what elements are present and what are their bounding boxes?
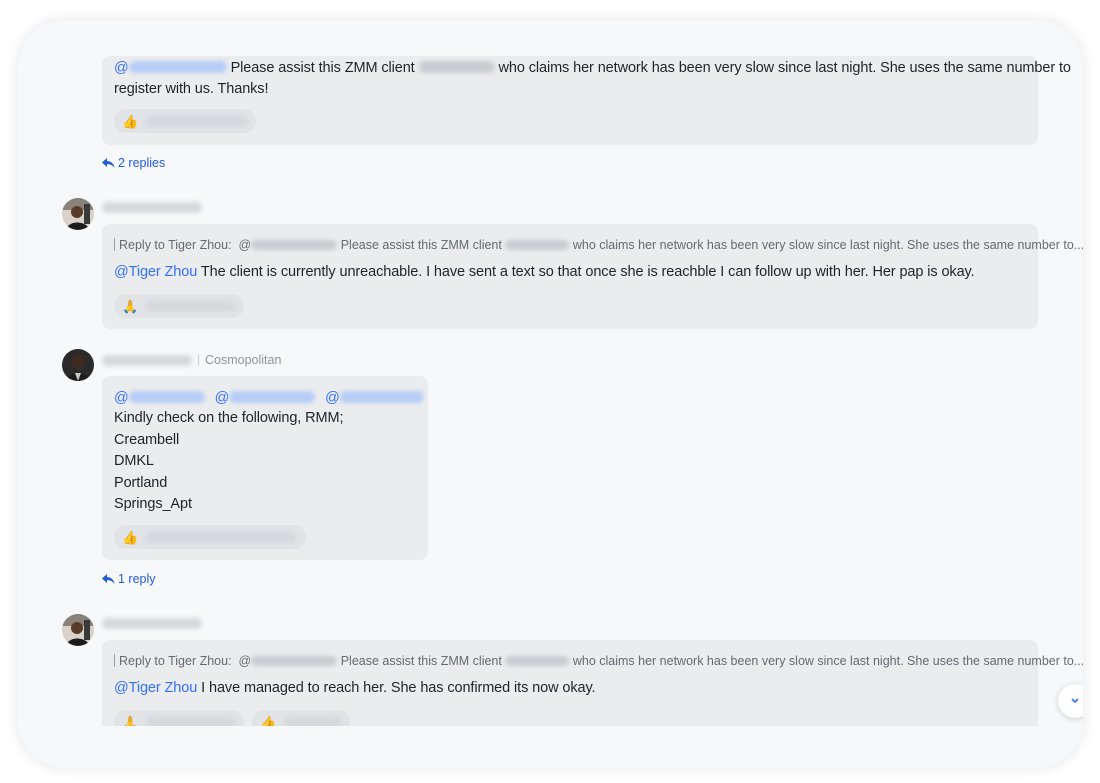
message-bubble[interactable]: Reply to Tiger Zhou: @ Please assist thi…: [102, 640, 1083, 726]
message-line: @ Please assist this ZMM client who clai…: [114, 58, 1071, 79]
avatar[interactable]: [62, 349, 94, 381]
chevron-down-icon: [1071, 698, 1079, 704]
reactor-names: [146, 531, 297, 543]
message-bubble[interactable]: Reply to Tiger Zhou: @ Please assist thi…: [102, 224, 1083, 329]
message-line: Springs_Apt: [114, 496, 192, 512]
message-list[interactable]: @ Please assist this ZMM client who clai…: [18, 56, 1083, 726]
reaction-chip[interactable]: 🙏: [114, 710, 244, 726]
reactor-name: [284, 716, 342, 726]
message-text: who claims her network has been very slo…: [498, 60, 1071, 76]
reactor-name: [146, 300, 236, 312]
replies-count: 2 replies: [118, 156, 166, 170]
reactor-name: [146, 115, 248, 127]
reaction-chip[interactable]: 👍: [252, 710, 350, 726]
sender-name-text[interactable]: [102, 354, 192, 366]
reply-arrow-icon: [102, 573, 115, 584]
mention[interactable]: @: [114, 60, 227, 76]
reaction-chip[interactable]: 👍: [114, 109, 256, 133]
praying-hands-icon: 🙏: [122, 298, 139, 314]
reply-quote[interactable]: Reply to Tiger Zhou: @ Please assist thi…: [114, 652, 1083, 670]
sender-name[interactable]: [102, 202, 202, 213]
chat-window: @ Please assist this ZMM client who clai…: [18, 20, 1083, 768]
sender-name-text: [102, 202, 202, 213]
message-line: @Tiger Zhou I have managed to reach her.…: [114, 678, 596, 699]
message-line: @Tiger Zhou The client is currently unre…: [114, 262, 975, 283]
mention[interactable]: @: [215, 390, 316, 406]
avatar[interactable]: [62, 198, 94, 230]
mentions-line: @ @ @: [114, 388, 424, 409]
avatar[interactable]: [62, 614, 94, 646]
message-line: Portland: [114, 475, 168, 491]
reply-quote[interactable]: Reply to Tiger Zhou: @ Please assist thi…: [114, 236, 1083, 254]
message-bubble[interactable]: @ Please assist this ZMM client who clai…: [102, 56, 1071, 145]
message-text: The client is currently unreachable. I h…: [200, 264, 975, 280]
thumbs-up-icon: 👍: [122, 113, 139, 129]
message-line: DMKL: [114, 453, 154, 469]
thumbs-up-icon: 👍: [122, 529, 139, 545]
message-line: Creambell: [114, 432, 180, 448]
sender-info: Cosmopolitan: [102, 353, 281, 367]
reaction-chip[interactable]: 🙏: [114, 294, 244, 318]
message-text: I have managed to reach her. She has con…: [201, 680, 596, 696]
message-text: Please assist this ZMM client: [230, 60, 415, 76]
praying-hands-icon: 🙏: [122, 714, 139, 727]
replies-link[interactable]: 2 replies: [102, 156, 165, 170]
sender-name[interactable]: [102, 618, 202, 629]
sender-name-text: [102, 618, 202, 629]
replies-count: 1 reply: [118, 572, 156, 586]
mention[interactable]: @Tiger Zhou: [114, 264, 197, 280]
message-text: register with us. Thanks!: [114, 81, 269, 97]
mention[interactable]: @: [114, 390, 205, 406]
sender-department: Cosmopolitan: [205, 353, 282, 367]
mention[interactable]: @Tiger Zhou: [114, 680, 197, 696]
message-bubble[interactable]: @ @ @ Kindly check on the following, RMM…: [102, 376, 428, 560]
thumbs-up-icon: 👍: [260, 714, 277, 727]
reactor-name: [146, 716, 236, 726]
reaction-chip[interactable]: 👍: [114, 525, 306, 549]
reply-arrow-icon: [102, 157, 115, 168]
redacted-number: [418, 61, 495, 73]
message-line: register with us. Thanks!: [114, 79, 268, 100]
replies-link[interactable]: 1 reply: [102, 572, 156, 586]
mention[interactable]: @: [325, 390, 424, 406]
message-line: Kindly check on the following, RMM;: [114, 410, 344, 426]
